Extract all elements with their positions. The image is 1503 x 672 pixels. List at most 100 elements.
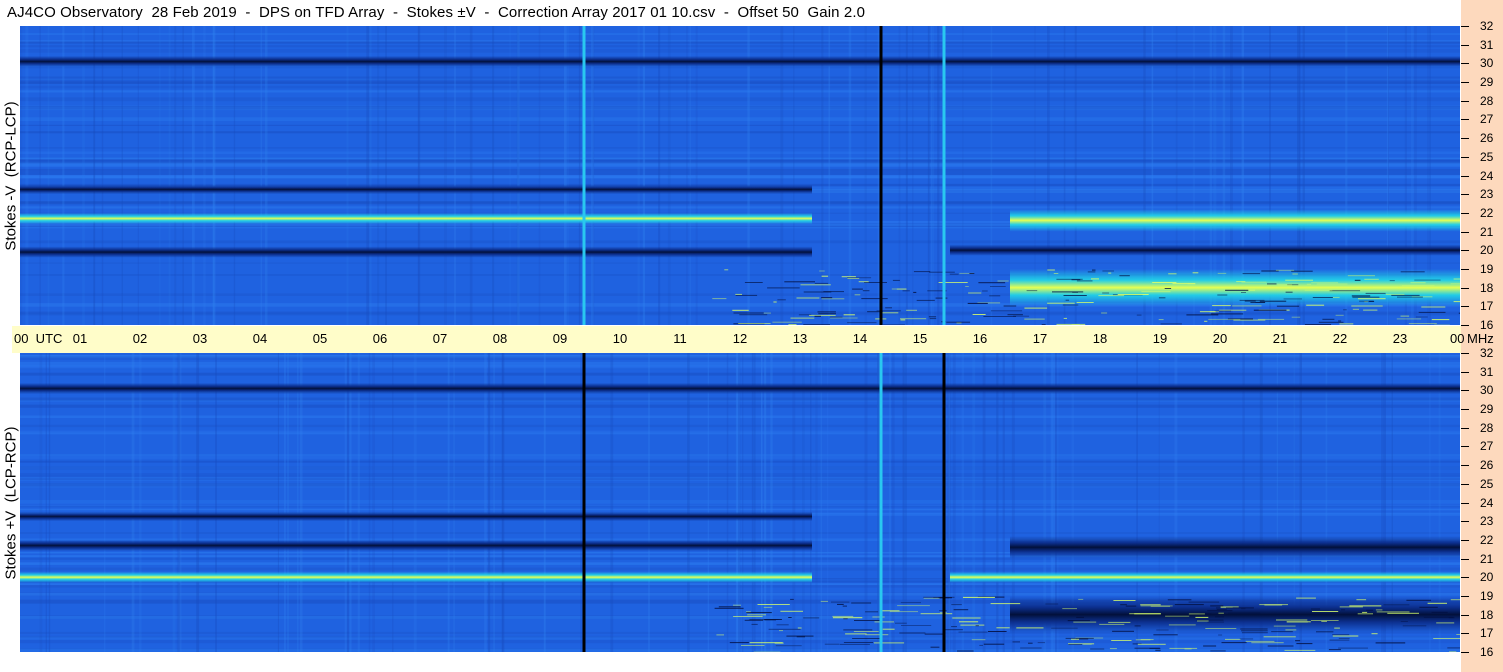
vertical-line xyxy=(942,353,946,652)
noise-speckle xyxy=(1400,315,1410,317)
noise-speckle xyxy=(1216,607,1221,609)
noise-speckle xyxy=(1401,285,1435,287)
frequency-tick-mark xyxy=(1461,306,1469,308)
noise-speckle xyxy=(852,638,883,639)
noise-speckle xyxy=(1296,597,1316,599)
texture-streak xyxy=(447,353,450,652)
noise-speckle xyxy=(1284,649,1316,651)
band-low xyxy=(1010,595,1460,634)
texture-streak xyxy=(25,26,29,325)
time-tick-label: 17 xyxy=(1032,331,1048,346)
texture-streak xyxy=(564,26,567,325)
noise-speckle xyxy=(989,295,1001,297)
noise-speckle xyxy=(990,310,1023,312)
spectrogram-stokes-minus-v xyxy=(20,26,1460,325)
texture-streak xyxy=(891,353,895,652)
frequency-tick-mark xyxy=(1461,100,1469,102)
time-tick-label: 20 xyxy=(1212,331,1228,346)
noise-speckle xyxy=(1312,611,1339,612)
frequency-tick-mark xyxy=(1461,502,1469,504)
noise-speckle xyxy=(1047,269,1055,271)
time-tick-label: 00 UTC xyxy=(14,331,63,346)
frequency-tick-label: 21 xyxy=(1480,551,1494,566)
texture-streak xyxy=(667,26,671,325)
noise-speckle xyxy=(1285,279,1313,281)
frequency-tick-label: 22 xyxy=(1480,532,1494,547)
noise-speckle xyxy=(1150,605,1171,607)
texture-streak xyxy=(82,26,85,325)
noise-speckle xyxy=(924,633,945,635)
noise-speckle xyxy=(1375,609,1383,611)
texture-streak xyxy=(488,353,491,652)
noise-speckle xyxy=(1210,605,1224,607)
texture-streak xyxy=(642,26,646,325)
noise-speckle xyxy=(1102,270,1114,272)
texture-streak xyxy=(802,353,805,652)
noise-speckle xyxy=(882,628,895,630)
noise-speckle xyxy=(747,614,766,616)
texture-streak xyxy=(48,353,51,652)
noise-speckle xyxy=(1091,278,1099,280)
noise-speckle xyxy=(832,615,854,617)
noise-speckle xyxy=(1063,317,1067,319)
noise-speckle xyxy=(978,282,1006,284)
texture-streak xyxy=(517,26,520,325)
texture-streak xyxy=(972,353,976,652)
noise-speckle xyxy=(913,291,917,293)
texture-streak xyxy=(212,26,214,325)
noise-speckle xyxy=(1372,286,1398,288)
noise-speckle xyxy=(1321,620,1327,622)
noise-speckle xyxy=(957,650,974,652)
noise-speckle xyxy=(1448,617,1455,619)
texture-streak xyxy=(172,353,176,652)
noise-speckle xyxy=(763,312,771,314)
texture-streak xyxy=(413,353,417,652)
noise-speckle xyxy=(1338,637,1350,639)
noise-speckle xyxy=(1065,299,1070,301)
frequency-tick-label: 19 xyxy=(1480,588,1494,603)
noise-speckle xyxy=(1291,316,1301,318)
noise-speckle xyxy=(1251,642,1284,644)
noise-speckle xyxy=(983,316,1016,317)
noise-speckle xyxy=(1186,314,1219,316)
noise-speckle xyxy=(1051,627,1078,629)
vertical-line xyxy=(582,26,586,325)
spectrogram-bottom-svg xyxy=(20,353,1460,652)
noise-speckle xyxy=(1341,609,1346,611)
noise-speckle xyxy=(797,627,802,629)
noise-speckle xyxy=(1209,311,1219,313)
noise-speckle xyxy=(1431,611,1448,613)
frequency-tick-mark xyxy=(1461,44,1469,46)
noise-speckle xyxy=(952,617,981,619)
noise-speckle xyxy=(861,298,888,300)
frequency-tick-label: 23 xyxy=(1480,514,1494,529)
time-tick-label: 00 xyxy=(1450,331,1465,346)
frequency-tick-label: 18 xyxy=(1480,607,1494,622)
noise-speckle xyxy=(1358,298,1386,300)
time-tick-label: 01 xyxy=(72,331,88,346)
noise-speckle xyxy=(843,314,855,316)
noise-speckle xyxy=(959,621,979,623)
texture-streak xyxy=(131,353,135,652)
noise-speckle xyxy=(1362,611,1368,613)
texture-streak xyxy=(297,353,299,652)
noise-speckle xyxy=(772,321,802,323)
noise-speckle xyxy=(1354,279,1361,281)
noise-speckle xyxy=(1003,305,1017,307)
noise-speckle xyxy=(882,312,899,314)
noise-speckle xyxy=(1225,289,1249,291)
texture-streak xyxy=(648,353,650,652)
frequency-tick-mark xyxy=(1461,446,1469,448)
noise-speckle xyxy=(899,632,926,634)
noise-speckle xyxy=(1216,608,1227,610)
noise-speckle xyxy=(1210,650,1226,652)
noise-speckle xyxy=(1172,283,1196,285)
noise-speckle xyxy=(1056,323,1086,325)
texture-streak xyxy=(877,353,880,652)
noise-speckle xyxy=(735,294,758,296)
noise-speckle xyxy=(1225,638,1241,640)
noise-speckle xyxy=(1318,321,1344,323)
noise-speckle xyxy=(873,642,905,644)
noise-speckle xyxy=(1329,290,1361,292)
time-tick-label: 02 xyxy=(132,331,148,346)
